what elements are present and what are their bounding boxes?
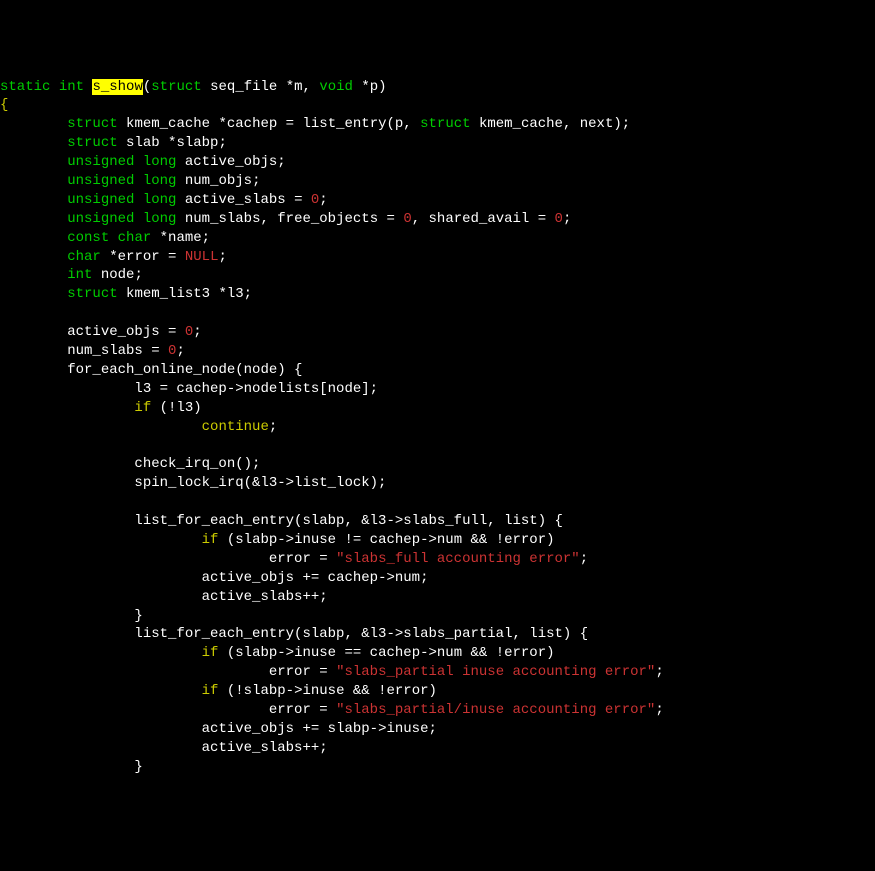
kw-long: long — [143, 192, 177, 208]
error-assign: error = — [269, 551, 328, 567]
l3-assign: l3 = cachep->nodelists[node]; — [134, 381, 378, 397]
kw-unsigned: unsigned — [67, 192, 134, 208]
if-inuse-eq: (slabp->inuse == cachep->num && !error) — [227, 645, 555, 661]
decl-slab: slab *slabp; — [126, 135, 227, 151]
kw-void: void — [319, 79, 353, 95]
error-assign: error = — [269, 702, 328, 718]
kw-struct: struct — [67, 135, 117, 151]
assign-active-objs: active_objs = — [67, 324, 176, 340]
decl-num-slabs: num_slabs, free_objects = — [185, 211, 395, 227]
inc-active-objs-inuse: active_objs += slabp->inuse; — [202, 721, 437, 737]
string-slabs-full-error: "slabs_full accounting error" — [336, 551, 580, 567]
kw-int: int — [59, 79, 84, 95]
kw-struct: struct — [67, 286, 117, 302]
kw-struct: struct — [67, 116, 117, 132]
literal-zero: 0 — [185, 324, 193, 340]
kw-const: const — [67, 230, 109, 246]
assign-num-slabs: num_slabs = — [67, 343, 159, 359]
kw-if: if — [202, 683, 219, 699]
kw-int: int — [67, 267, 92, 283]
kw-if: if — [134, 400, 151, 416]
decl-node: node; — [101, 267, 143, 283]
list-entry-call: list_entry(p, — [302, 116, 411, 132]
inc-active-objs-num: active_objs += cachep->num; — [202, 570, 429, 586]
for-each-online-node: for_each_online_node(node) { — [67, 362, 302, 378]
check-irq-on: check_irq_on(); — [134, 456, 260, 472]
decl-cachep: kmem_cache *cachep = — [126, 116, 294, 132]
kw-long: long — [143, 154, 177, 170]
kw-long: long — [143, 211, 177, 227]
param1: seq_file *m — [210, 79, 302, 95]
if-not-inuse: (!slabp->inuse && !error) — [227, 683, 437, 699]
string-slabs-partial-inuse-error: "slabs_partial inuse accounting error" — [336, 664, 655, 680]
error-assign: error = — [269, 664, 328, 680]
literal-zero: 0 — [403, 211, 411, 227]
kw-static: static — [0, 79, 50, 95]
kw-unsigned: unsigned — [67, 154, 134, 170]
brace-close: } — [134, 759, 142, 775]
decl-shared-avail: , shared_avail = — [412, 211, 546, 227]
list-for-each-entry-full: list_for_each_entry(slabp, &l3->slabs_fu… — [134, 513, 562, 529]
kw-char: char — [118, 230, 152, 246]
decl-active-objs: active_objs; — [185, 154, 286, 170]
kw-struct: struct — [151, 79, 201, 95]
list-for-each-entry-partial: list_for_each_entry(slabp, &l3->slabs_pa… — [134, 626, 588, 642]
literal-null: NULL — [185, 249, 219, 265]
kmem-cache-next: kmem_cache, next); — [479, 116, 630, 132]
kw-struct: struct — [420, 116, 470, 132]
decl-l3: kmem_list3 *l3; — [126, 286, 252, 302]
if-not-l3: (!l3) — [160, 400, 202, 416]
semicolon: ; — [176, 343, 184, 359]
kw-char: char — [67, 249, 101, 265]
literal-zero: 0 — [555, 211, 563, 227]
param2: *p — [361, 79, 378, 95]
kw-unsigned: unsigned — [67, 173, 134, 189]
string-slabs-partial-error: "slabs_partial/inuse accounting error" — [336, 702, 655, 718]
kw-if: if — [202, 645, 219, 661]
semicolon: ; — [193, 324, 201, 340]
kw-long: long — [143, 173, 177, 189]
decl-num-objs: num_objs; — [185, 173, 261, 189]
brace-open: { — [0, 97, 8, 113]
spin-lock-irq: spin_lock_irq(&l3->list_lock); — [134, 475, 386, 491]
kw-unsigned: unsigned — [67, 211, 134, 227]
inc-active-slabs: active_slabs++; — [202, 740, 328, 756]
literal-zero: 0 — [311, 192, 319, 208]
kw-if: if — [202, 532, 219, 548]
if-inuse-neq: (slabp->inuse != cachep->num && !error) — [227, 532, 555, 548]
inc-active-slabs: active_slabs++; — [202, 589, 328, 605]
brace-close: } — [134, 608, 142, 624]
code-block: static int s_show(struct seq_file *m, vo… — [0, 78, 875, 777]
decl-error: *error = — [109, 249, 176, 265]
decl-name: *name; — [160, 230, 210, 246]
decl-active-slabs: active_slabs = — [185, 192, 303, 208]
function-name-highlight: s_show — [92, 79, 142, 95]
kw-continue: continue — [202, 419, 269, 435]
